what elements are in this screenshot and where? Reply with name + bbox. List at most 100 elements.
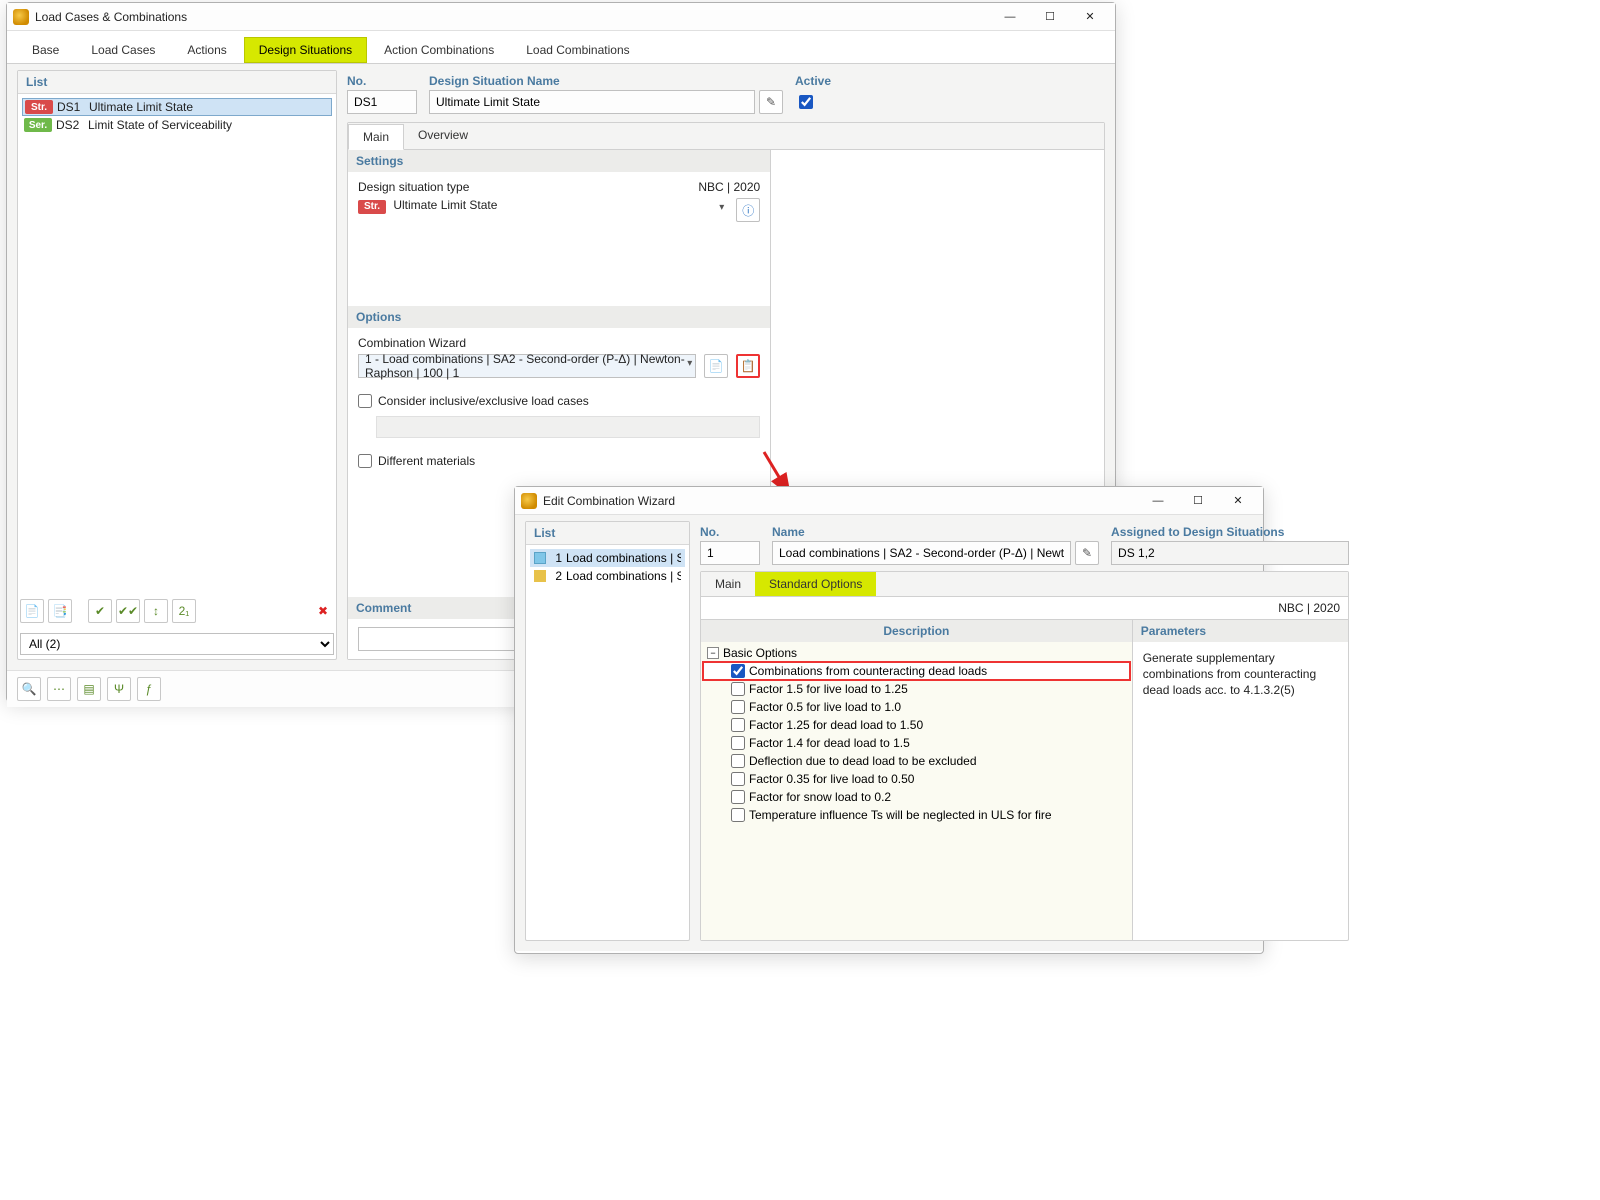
list-code: DS1 bbox=[57, 100, 89, 114]
new-button[interactable]: 📄 bbox=[20, 599, 44, 623]
info-icon[interactable]: ⓘ bbox=[736, 198, 760, 222]
app-icon bbox=[521, 493, 537, 509]
tree-item-6[interactable]: Factor 0.35 for live load to 0.50 bbox=[703, 770, 1130, 788]
badge-str-inline: Str. bbox=[358, 200, 386, 214]
tab-action-combinations[interactable]: Action Combinations bbox=[369, 37, 509, 63]
edit-name-icon[interactable]: ✎ bbox=[759, 90, 783, 114]
search-button[interactable]: 🔍 bbox=[17, 677, 41, 701]
tree-item-checkbox[interactable] bbox=[731, 808, 745, 822]
swatch-icon bbox=[534, 570, 546, 582]
tool4-button[interactable]: ƒ bbox=[137, 677, 161, 701]
tree-item-label: Factor 0.35 for live load to 0.50 bbox=[749, 772, 914, 786]
tree-item-label: Factor 1.4 for dead load to 1.5 bbox=[749, 736, 910, 750]
tree-item-checkbox[interactable] bbox=[731, 736, 745, 750]
tree-item-checkbox[interactable] bbox=[731, 718, 745, 732]
tool3-button[interactable]: Ψ bbox=[107, 677, 131, 701]
collapse-icon[interactable]: − bbox=[707, 647, 719, 659]
wizard-list-header: List bbox=[526, 522, 689, 545]
wizard-maximize-button[interactable]: ☐ bbox=[1179, 490, 1217, 512]
wizard-list-row-2[interactable]: 2 Load combinations | SA1 - Geom bbox=[530, 567, 685, 585]
tree-item-5[interactable]: Deflection due to dead load to be exclud… bbox=[703, 752, 1130, 770]
tree-item-label: Factor 1.5 for live load to 1.25 bbox=[749, 682, 908, 696]
list-row-ds2[interactable]: Ser. DS2 Limit State of Serviceability bbox=[22, 116, 332, 134]
chevron-down-icon: ▾ bbox=[719, 202, 724, 213]
wizard-window: Edit Combination Wizard — ☐ ✕ List 1 Loa… bbox=[514, 486, 1264, 954]
delete-button[interactable]: ✖ bbox=[312, 599, 334, 623]
active-label: Active bbox=[795, 70, 1105, 90]
list-row-ds1[interactable]: Str. DS1 Ultimate Limit State bbox=[22, 98, 332, 116]
tool2-button[interactable]: ▤ bbox=[77, 677, 101, 701]
copy-button[interactable]: 📑 bbox=[48, 599, 72, 623]
wizard-no-input[interactable]: 1 bbox=[700, 541, 760, 565]
wizard-list-row-1[interactable]: 1 Load combinations | SA2 - Secon bbox=[530, 549, 685, 567]
check-button[interactable]: ✔ bbox=[88, 599, 112, 623]
dstype-combo[interactable]: Str. Ultimate Limit State ▾ bbox=[358, 198, 728, 222]
wizard-edit-name-icon[interactable]: ✎ bbox=[1075, 541, 1099, 565]
filter-combo[interactable]: All (2) bbox=[20, 633, 334, 655]
no-label: No. bbox=[347, 70, 417, 90]
ds-name-label: Design Situation Name bbox=[429, 70, 783, 90]
close-button[interactable]: ✕ bbox=[1071, 6, 1109, 28]
check-all-button[interactable]: ✔✔ bbox=[116, 599, 140, 623]
tree-item-2[interactable]: Factor 0.5 for live load to 1.0 bbox=[703, 698, 1130, 716]
tree-item-checkbox[interactable] bbox=[731, 682, 745, 696]
new-wizard-button[interactable]: 📄 bbox=[704, 354, 728, 378]
tree-item-checkbox[interactable] bbox=[731, 664, 745, 678]
nbc-text: NBC | 2020 bbox=[698, 180, 760, 194]
ds-name-input[interactable]: Ultimate Limit State bbox=[429, 90, 755, 114]
tab-load-cases[interactable]: Load Cases bbox=[76, 37, 170, 63]
tree-item-checkbox[interactable] bbox=[731, 790, 745, 804]
chk-materials-label: Different materials bbox=[378, 454, 475, 468]
tree-item-1[interactable]: Factor 1.5 for live load to 1.25 bbox=[703, 680, 1130, 698]
subtab-overview[interactable]: Overview bbox=[404, 123, 482, 149]
subtab-main[interactable]: Main bbox=[348, 124, 404, 150]
combo-wizard-label: Combination Wizard bbox=[358, 336, 760, 350]
tree-item-checkbox[interactable] bbox=[731, 754, 745, 768]
tree-item-8[interactable]: Temperature influence Ts will be neglect… bbox=[703, 806, 1130, 824]
tree-item-label: Factor 1.25 for dead load to 1.50 bbox=[749, 718, 923, 732]
tree-item-label: Factor 0.5 for live load to 1.0 bbox=[749, 700, 901, 714]
wizard-name-label: Name bbox=[772, 521, 1099, 541]
tab-actions[interactable]: Actions bbox=[172, 37, 241, 63]
minimize-button[interactable]: — bbox=[991, 6, 1029, 28]
edit-wizard-button[interactable]: 📋 bbox=[736, 354, 760, 378]
list-header: List bbox=[18, 71, 336, 94]
chk-materials[interactable] bbox=[358, 454, 372, 468]
params-text: Generate supplementary combinations from… bbox=[1133, 642, 1348, 707]
tree-item-label: Deflection due to dead load to be exclud… bbox=[749, 754, 977, 768]
app-icon bbox=[13, 9, 29, 25]
wizard-name-input[interactable]: Load combinations | SA2 - Second-order (… bbox=[772, 541, 1071, 565]
description-header: Description bbox=[701, 620, 1132, 642]
main-title: Load Cases & Combinations bbox=[35, 10, 991, 24]
tree-item-0[interactable]: Combinations from counteracting dead loa… bbox=[703, 662, 1130, 680]
dstype-label: Design situation type bbox=[358, 180, 469, 194]
wizard-assigned-label: Assigned to Design Situations bbox=[1111, 521, 1349, 541]
sort-button[interactable]: ↕ bbox=[144, 599, 168, 623]
tree-item-4[interactable]: Factor 1.4 for dead load to 1.5 bbox=[703, 734, 1130, 752]
tree-item-checkbox[interactable] bbox=[731, 700, 745, 714]
maximize-button[interactable]: ☐ bbox=[1031, 6, 1069, 28]
wizard-close-button[interactable]: ✕ bbox=[1219, 490, 1257, 512]
combo-wizard-combo[interactable]: 1 - Load combinations | SA2 - Second-ord… bbox=[358, 354, 696, 378]
tree-group[interactable]: − Basic Options bbox=[703, 644, 1130, 662]
options-title: Options bbox=[348, 306, 770, 328]
list-name: Ultimate Limit State bbox=[89, 100, 329, 114]
tree-item-checkbox[interactable] bbox=[731, 772, 745, 786]
wizard-no-label: No. bbox=[700, 521, 760, 541]
chk-inclusive[interactable] bbox=[358, 394, 372, 408]
tree-item-3[interactable]: Factor 1.25 for dead load to 1.50 bbox=[703, 716, 1130, 734]
params-header: Parameters bbox=[1133, 620, 1348, 642]
no-input[interactable]: DS1 bbox=[347, 90, 417, 114]
tree-item-label: Factor for snow load to 0.2 bbox=[749, 790, 891, 804]
tab-load-combinations[interactable]: Load Combinations bbox=[511, 37, 644, 63]
wizard-minimize-button[interactable]: — bbox=[1139, 490, 1177, 512]
wizard-subtab-main[interactable]: Main bbox=[701, 572, 755, 596]
wizard-subtab-standard-options[interactable]: Standard Options bbox=[755, 572, 876, 596]
tab-design-situations[interactable]: Design Situations bbox=[244, 37, 367, 63]
tool1-button[interactable]: ⋯ bbox=[47, 677, 71, 701]
wizard-title: Edit Combination Wizard bbox=[543, 494, 1139, 508]
active-checkbox[interactable] bbox=[799, 95, 813, 109]
tab-base[interactable]: Base bbox=[17, 37, 74, 63]
tree-item-7[interactable]: Factor for snow load to 0.2 bbox=[703, 788, 1130, 806]
renum-button[interactable]: 2₁ bbox=[172, 599, 196, 623]
